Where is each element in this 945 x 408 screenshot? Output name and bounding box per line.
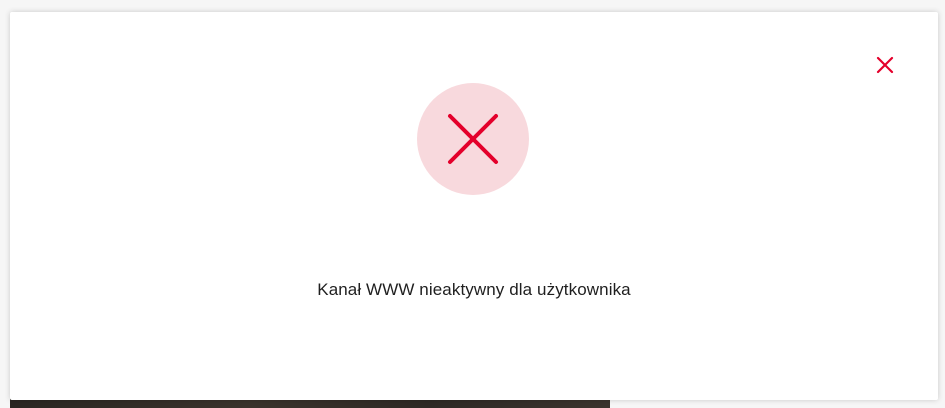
error-dialog: Kanał WWW nieaktywny dla użytkownika: [10, 12, 938, 400]
error-x-icon: [448, 114, 498, 164]
close-icon: [876, 56, 894, 74]
error-message: Kanał WWW nieaktywny dla użytkownika: [317, 280, 631, 299]
close-button[interactable]: [870, 50, 900, 80]
error-status-indicator: [417, 83, 529, 195]
